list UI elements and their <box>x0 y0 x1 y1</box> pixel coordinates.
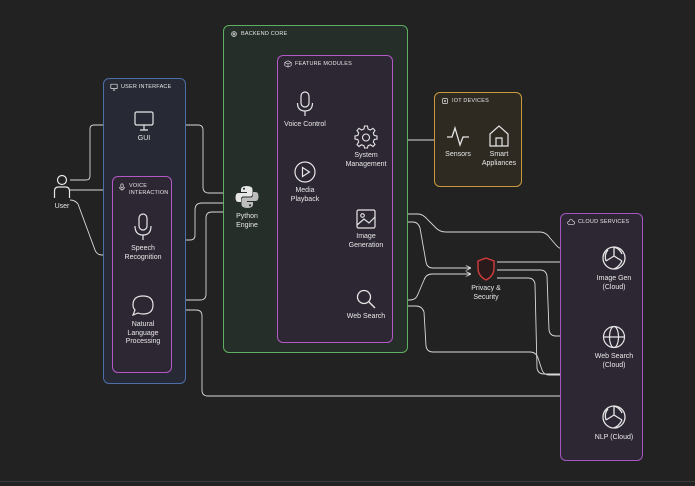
globe-icon <box>602 325 626 349</box>
node-cloud-image-gen: Image Gen (Cloud) <box>592 244 636 292</box>
mic-icon <box>134 213 152 240</box>
node-sensors: Sensors <box>440 124 476 160</box>
search-icon <box>356 289 376 309</box>
group-label-feature-modules: FEATURE MODULES <box>295 61 352 67</box>
node-cloud-web-search: Web Search (Cloud) <box>590 324 638 370</box>
python-icon <box>235 186 259 208</box>
group-label-iot-devices: IOT DEVICES <box>452 98 489 104</box>
image-icon <box>356 209 376 229</box>
gear-icon <box>354 125 378 149</box>
monitor-icon <box>110 83 118 91</box>
node-cloud-nlp: NLP (Cloud) <box>590 403 638 443</box>
node-voice-control: Voice Control <box>280 90 330 130</box>
monitor-icon <box>134 111 154 131</box>
node-image-generation: Image Generation <box>340 208 392 250</box>
node-media-playback: Media Playback <box>284 160 326 204</box>
openai-icon <box>602 246 626 270</box>
bottom-divider <box>0 481 695 482</box>
group-label-user-interface: USER INTERFACE <box>121 84 172 90</box>
home-icon <box>489 125 509 147</box>
node-user: User <box>44 174 80 212</box>
box-icon <box>284 60 292 68</box>
mic-icon <box>119 183 125 191</box>
node-speech-recognition: Speech Recognition <box>118 212 168 262</box>
group-label-backend-core: BACKEND CORE <box>241 31 288 37</box>
node-python-engine: Python Engine <box>228 184 266 230</box>
play-icon <box>294 161 316 183</box>
cloud-icon <box>567 219 575 225</box>
node-nlp: Natural Language Processing <box>118 294 168 347</box>
openai-icon <box>602 405 626 429</box>
chip-icon <box>442 98 448 104</box>
node-web-search: Web Search <box>338 288 394 322</box>
node-system-management: System Management <box>338 125 394 169</box>
group-label-cloud-services: CLOUD SERVICES <box>578 219 630 225</box>
shield-icon <box>477 257 495 281</box>
user-icon <box>53 174 71 198</box>
mic-icon <box>296 91 314 116</box>
node-smart-appliances: Smart Appliances <box>478 124 520 168</box>
group-label-voice-interaction: VOICE INTERACTION <box>129 183 169 196</box>
gear-icon <box>231 31 237 37</box>
pulse-icon <box>447 125 469 148</box>
chat-bubble-icon <box>131 295 154 317</box>
node-gui: GUI <box>126 110 162 144</box>
node-privacy-security: Privacy & Security <box>466 256 506 302</box>
